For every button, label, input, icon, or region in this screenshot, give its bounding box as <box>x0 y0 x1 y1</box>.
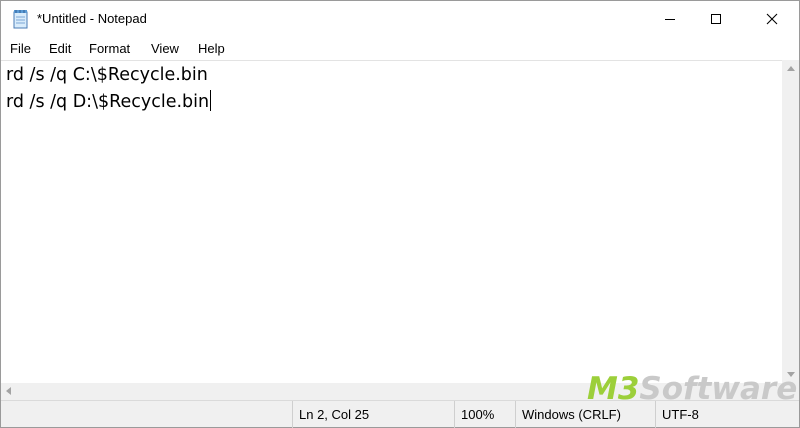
status-zoom: 100% <box>454 401 515 428</box>
text-editor[interactable]: rd /s /q C:\$Recycle.bin rd /s /q D:\$Re… <box>1 60 782 383</box>
menu-help[interactable]: Help <box>198 41 225 56</box>
maximize-button[interactable] <box>693 1 739 37</box>
watermark-brand: M3 <box>587 371 640 407</box>
close-icon <box>766 13 778 25</box>
menu-edit[interactable]: Edit <box>49 41 71 56</box>
watermark-logo: M3Software <box>587 371 797 411</box>
notepad-window: *Untitled - Notepad File Edit Format Vie… <box>0 0 800 428</box>
scroll-up-icon[interactable] <box>787 66 795 71</box>
menu-view[interactable]: View <box>151 41 179 56</box>
vertical-scrollbar[interactable] <box>782 60 799 383</box>
editor-line-text: rd /s /q D:\$Recycle.bin <box>6 92 210 112</box>
editor-line-text: rd /s /q C:\$Recycle.bin <box>6 65 208 85</box>
editor-line: rd /s /q C:\$Recycle.bin <box>6 65 208 85</box>
menu-bar: File Edit Format View Help <box>1 38 799 60</box>
menu-file[interactable]: File <box>10 41 31 56</box>
title-bar[interactable]: *Untitled - Notepad <box>1 1 799 37</box>
maximize-icon <box>711 14 721 24</box>
menu-format[interactable]: Format <box>89 41 130 56</box>
scroll-left-icon[interactable] <box>6 387 11 395</box>
window-title: *Untitled - Notepad <box>37 11 147 26</box>
text-caret <box>210 90 212 111</box>
notepad-icon[interactable] <box>12 9 30 29</box>
minimize-button[interactable] <box>647 1 693 37</box>
editor-line: rd /s /q D:\$Recycle.bin <box>6 90 212 112</box>
close-button[interactable] <box>749 1 795 37</box>
minimize-icon <box>665 19 675 20</box>
status-cursor-position: Ln 2, Col 25 <box>292 401 454 428</box>
watermark-name: Software <box>639 371 798 407</box>
